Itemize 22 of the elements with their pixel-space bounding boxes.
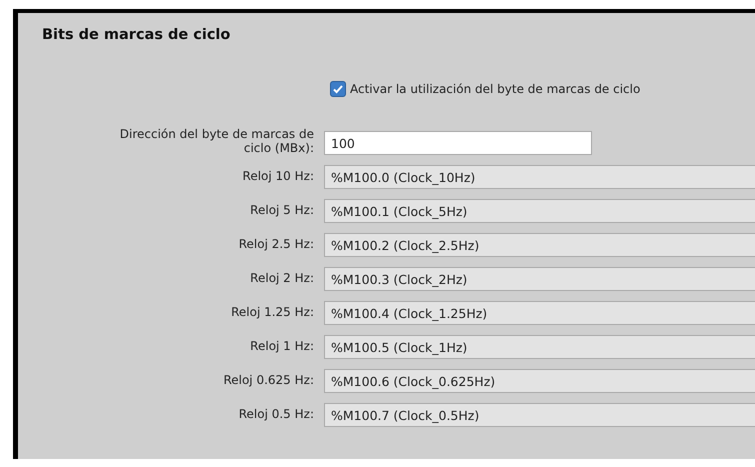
field-label: Reloj 0.625 Hz:	[223, 373, 314, 388]
check-icon	[332, 82, 344, 95]
readonly-field[interactable]: %M100.3 (Clock_2Hz)	[324, 267, 755, 292]
readonly-field[interactable]: %M100.5 (Clock_1Hz)	[324, 335, 755, 360]
input-field[interactable]: 100	[324, 131, 592, 156]
readonly-field[interactable]: %M100.1 (Clock_5Hz)	[324, 199, 755, 224]
field-label: Reloj 2.5 Hz:	[238, 237, 314, 252]
field-label: Reloj 0.5 Hz:	[238, 407, 314, 422]
readonly-field[interactable]: %M100.4 (Clock_1.25Hz)	[324, 301, 755, 326]
readonly-field[interactable]: %M100.7 (Clock_0.5Hz)	[324, 403, 755, 428]
field-label: Reloj 2 Hz:	[250, 271, 314, 286]
readonly-field[interactable]: %M100.6 (Clock_0.625Hz)	[324, 369, 755, 394]
field-label: Reloj 10 Hz:	[242, 169, 314, 184]
readonly-field[interactable]: %M100.2 (Clock_2.5Hz)	[324, 233, 755, 258]
field-label: Reloj 1 Hz:	[250, 339, 314, 354]
field-label: Reloj 5 Hz:	[250, 203, 314, 218]
field-label: Reloj 1.25 Hz:	[231, 305, 314, 320]
readonly-field[interactable]: %M100.0 (Clock_10Hz)	[324, 165, 755, 190]
checkbox[interactable]	[330, 80, 346, 97]
checkbox-label[interactable]: Activar la utilización del byte de marcas de ciclo	[350, 80, 640, 98]
section-title: Bits de marcas de ciclo	[41, 26, 232, 45]
field-label: Dirección del byte de marcas de ciclo (MBx):	[118, 128, 314, 156]
